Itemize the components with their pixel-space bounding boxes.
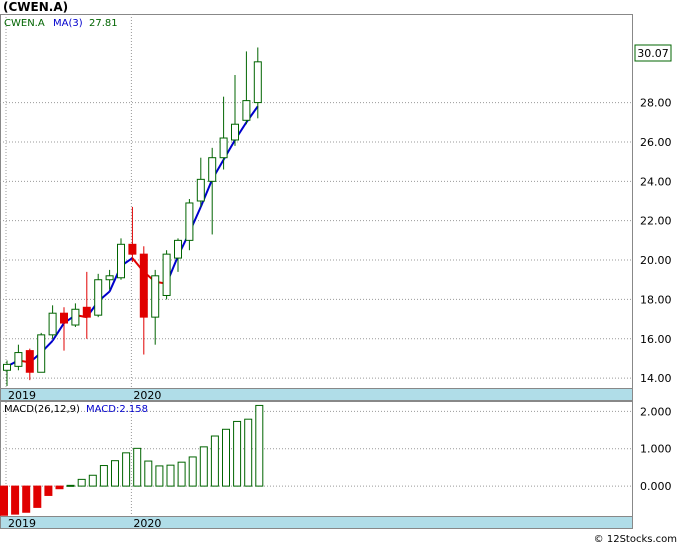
chart-svg: 14.00 16.00 18.00 20.00 22.00 24.00 26.00 28.00…: [0, 14, 672, 530]
candle-body: [253, 61, 262, 104]
candle-body: [139, 253, 148, 318]
macd-bar: [111, 460, 119, 487]
candle-body: [3, 363, 11, 371]
macd-bar: [77, 478, 86, 487]
candle-body: [208, 157, 217, 182]
candle-body: [60, 312, 68, 324]
macd-plot-frame: [0, 401, 633, 517]
candle-body: [94, 279, 103, 316]
last-price-value: 30.07: [637, 47, 669, 60]
price-legend: CWEN.A MA(3) 27.81: [4, 18, 118, 29]
candle-body: [185, 202, 194, 241]
macd-bar: [199, 446, 208, 487]
macd-bar: [0, 485, 8, 516]
price-tick-label: 14.00: [640, 372, 672, 385]
macd-bar: [166, 464, 175, 487]
price-tick-label: 16.00: [640, 333, 672, 346]
macd-tick-label: 1.000: [640, 443, 672, 456]
candle-body: [219, 137, 228, 159]
price-x-label: 2020: [133, 389, 161, 402]
price-date-strip: [0, 388, 633, 401]
candle-body: [117, 243, 125, 279]
chart-title: (CWEN.A): [3, 0, 69, 14]
macd-panel: 0.000 1.000 2.000 MACD(26,12,9) MACD:2.158…: [0, 401, 672, 530]
legend-ma-value: 27.81: [89, 18, 118, 29]
macd-bar: [88, 474, 97, 487]
macd-bar: [144, 460, 153, 487]
price-tick-label: 20.00: [640, 254, 672, 267]
candles: [3, 47, 262, 387]
macd-gridlines: [0, 402, 632, 516]
macd-legend-label: MACD(26,12,9): [4, 404, 80, 415]
macd-y-axis: 0.000 1.000 2.000: [640, 405, 672, 493]
candle-body: [162, 253, 171, 296]
macd-bar: [99, 465, 108, 487]
candle-body: [82, 306, 91, 318]
macd-bar: [66, 484, 75, 487]
macd-bar: [188, 456, 197, 487]
macd-tick-label: 2.000: [640, 405, 672, 418]
price-tick-label: 26.00: [640, 136, 672, 149]
legend-ma-label: MA(3): [53, 18, 83, 29]
candle-body: [105, 275, 114, 281]
candle-body: [37, 334, 46, 373]
watermark: © 12Stocks.com: [593, 534, 677, 545]
candle-body: [196, 178, 205, 202]
macd-bar: [122, 452, 131, 487]
price-y-axis: 14.00 16.00 18.00 20.00 22.00 24.00 26.00 28.00: [640, 97, 672, 386]
macd-tick-label: 0.000: [640, 480, 672, 493]
macd-bar: [222, 428, 230, 487]
macd-bar: [210, 435, 219, 487]
candle-body: [25, 350, 34, 373]
macd-bar: [244, 418, 253, 487]
macd-bar: [155, 465, 164, 487]
candle-body: [151, 275, 160, 318]
legend-symbol: CWEN.A: [4, 18, 45, 29]
macd-bar: [44, 485, 53, 496]
candle-body: [71, 308, 80, 326]
price-tick-label: 28.00: [640, 97, 672, 110]
price-plot-frame: [0, 14, 633, 389]
candle-body: [14, 352, 23, 367]
price-gridlines: [0, 14, 632, 388]
macd-bar: [177, 461, 186, 487]
macd-bar: [133, 447, 142, 487]
macd-bar: [22, 485, 31, 513]
candle-body: [48, 312, 57, 336]
macd-bar: [255, 404, 264, 487]
candle-body: [174, 239, 182, 259]
price-panel: 14.00 16.00 18.00 20.00 22.00 24.00 26.00 28.00…: [0, 14, 672, 402]
last-price-box: 30.07: [634, 44, 672, 62]
macd-x-label: 2019: [8, 517, 36, 530]
price-x-label: 2019: [8, 389, 36, 402]
macd-x-label: 2020: [133, 517, 161, 530]
candle-body: [231, 123, 239, 141]
macd-bar: [233, 420, 242, 487]
candle-body: [128, 243, 137, 255]
macd-date-strip: [0, 516, 633, 529]
price-tick-label: 18.00: [640, 293, 672, 306]
macd-bar: [11, 485, 20, 515]
macd-legend: MACD(26,12,9) MACD:2.158: [4, 404, 148, 415]
macd-legend-value: MACD:2.158: [86, 404, 148, 415]
macd-bar: [55, 485, 64, 490]
price-tick-label: 22.00: [640, 215, 672, 228]
price-tick-label: 24.00: [640, 175, 672, 188]
candle-body: [242, 100, 251, 121]
macd-bar: [33, 485, 42, 508]
